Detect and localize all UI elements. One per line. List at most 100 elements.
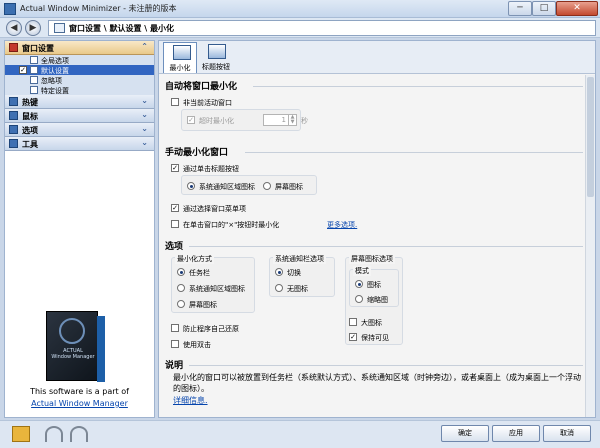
- checkbox-box: ✓: [171, 204, 179, 212]
- forward-button[interactable]: ▶: [25, 20, 41, 36]
- help-icon[interactable]: [12, 426, 30, 442]
- title-buttons-tab-icon: [208, 44, 226, 59]
- minimize-tab-icon: [173, 45, 191, 60]
- description-text: 最小化的窗口可以被放置到任务栏（系统默认方式）、系统通知区域（时钟旁边），或者桌…: [173, 373, 581, 393]
- spinner-value: 1: [281, 116, 286, 124]
- back-button[interactable]: ◀: [6, 20, 22, 36]
- options-section: 选项 最小化方式 任务栏 系统通知区域图标 屏幕图标 系统通知栏选项 切换 无图…: [165, 239, 593, 351]
- radio-dot: [275, 284, 283, 292]
- minimize-button[interactable]: ─: [508, 1, 532, 16]
- divider: [253, 86, 583, 87]
- timeout-unit: 秒: [301, 117, 308, 125]
- breadcrumb-path: 窗口设置 \ 默认设置 \ 最小化: [69, 24, 174, 33]
- default-settings-checkbox[interactable]: ✓: [19, 66, 27, 74]
- product-box-image: ACTUAL Window Manager: [46, 311, 105, 382]
- actual-window-manager-link[interactable]: Actual Window Manager: [5, 399, 154, 408]
- radio-label: 系统通知区域图标: [189, 285, 245, 293]
- min-method-title: 最小化方式: [175, 254, 214, 264]
- footer-bar: 确定 应用 取消: [0, 420, 600, 448]
- sidebar-group-label: 鼠标: [22, 112, 38, 121]
- window-title: Actual Window Minimizer - 未注册的版本: [20, 4, 177, 13]
- radio-label: 任务栏: [189, 269, 210, 277]
- product-box-side: [97, 316, 105, 382]
- divider: [189, 246, 583, 247]
- checkbox-box: ✓: [171, 164, 179, 172]
- sidebar-group-options[interactable]: 选项 ⌄: [5, 123, 154, 137]
- promo-text: This software is a part of: [30, 387, 129, 396]
- sidebar-group-mouse[interactable]: 鼠标 ⌄: [5, 109, 154, 123]
- sidebar-group-window-settings[interactable]: 窗口设置 ⌃: [5, 41, 154, 55]
- window-settings-icon: [54, 23, 65, 33]
- checkbox-box: [171, 220, 179, 228]
- radio-dot: [355, 280, 363, 288]
- redo-icon[interactable]: [70, 426, 88, 442]
- tab-label: 标题按钮: [202, 63, 230, 71]
- chevron-up-icon[interactable]: ⌃: [141, 42, 148, 51]
- tab-strip: 最小化 标题按钮: [159, 41, 595, 74]
- checkbox-label: 通过选择窗口菜单项: [183, 205, 246, 213]
- more-options-link[interactable]: 更多选项.: [327, 220, 357, 230]
- mouse-group-icon: [9, 111, 18, 120]
- cancel-button[interactable]: 取消: [543, 425, 591, 442]
- logo-ring-icon: [59, 318, 85, 344]
- maximize-button[interactable]: □: [532, 1, 556, 16]
- product-box-label: ACTUAL Window Manager: [51, 348, 95, 360]
- title-bar: Actual Window Minimizer - 未注册的版本 ─ □ ✕: [0, 0, 600, 18]
- radio-label: 系统通知区域图标: [199, 183, 255, 191]
- chevron-down-icon[interactable]: ⌄: [141, 124, 148, 133]
- checkbox-label: 大图标: [361, 319, 382, 327]
- sidebar-group-label: 窗口设置: [22, 44, 54, 53]
- sidebar-group-hotkeys[interactable]: 热键 ⌄: [5, 95, 154, 109]
- scrollbar-thumb[interactable]: [587, 77, 594, 197]
- vertical-scrollbar[interactable]: [585, 75, 595, 417]
- checkbox-box: [171, 98, 179, 106]
- radio-dot: [263, 182, 271, 190]
- sidebar-item-global-options[interactable]: 全局选项: [5, 55, 154, 65]
- radio-dot: [355, 295, 363, 303]
- sidebar-item-specific-settings[interactable]: 特定设置: [5, 85, 154, 95]
- radio-label: 屏幕图标: [189, 301, 217, 309]
- breadcrumb[interactable]: 窗口设置 \ 默认设置 \ 最小化: [48, 20, 596, 36]
- mode-title: 模式: [353, 266, 371, 276]
- checkbox-label: 超时最小化: [199, 117, 234, 125]
- navigation-bar: ◀ ▶ 窗口设置 \ 默认设置 \ 最小化: [0, 18, 600, 38]
- radio-label: 无图标: [287, 285, 308, 293]
- more-info-link[interactable]: 详细信息.: [173, 395, 208, 406]
- screen-options-title: 屏幕图标选项: [349, 254, 395, 264]
- chevron-down-icon[interactable]: ⌄: [141, 96, 148, 105]
- tools-group-icon: [9, 139, 18, 148]
- radio-label: 屏幕图标: [275, 183, 303, 191]
- radio-dot: [275, 268, 283, 276]
- tray-options-title: 系统通知栏选项: [273, 254, 326, 264]
- tab-label: 最小化: [169, 64, 191, 72]
- global-options-icon: [30, 56, 38, 64]
- checkbox-box: [171, 324, 179, 332]
- sidebar: 窗口设置 ⌃ 全局选项 ✓ 默认设置 忽略项 特定设置 热键 ⌄ 鼠标 ⌄ 选项…: [4, 40, 155, 418]
- manual-minimize-section: 手动最小化窗口 ✓ 通过单击标题按钮 系统通知区域图标 屏幕图标 ✓ 通过选择窗…: [165, 145, 593, 233]
- checkbox-label: 防止程序自己还原: [183, 325, 239, 333]
- spinner-arrows-icon[interactable]: ▲ ▼: [288, 115, 296, 125]
- exclusions-icon: [30, 76, 38, 84]
- radio-dot: [177, 284, 185, 292]
- timeout-spinner[interactable]: 1 ▲ ▼: [263, 114, 297, 126]
- sidebar-group-tools[interactable]: 工具 ⌄: [5, 137, 154, 151]
- checkbox-box: ✓: [349, 333, 357, 341]
- ok-button[interactable]: 确定: [441, 425, 489, 442]
- tab-minimize[interactable]: 最小化: [163, 42, 197, 73]
- chevron-down-icon[interactable]: ⌄: [141, 138, 148, 147]
- tab-title-buttons[interactable]: 标题按钮: [199, 42, 233, 73]
- specific-settings-icon: [30, 86, 38, 94]
- hotkeys-group-icon: [9, 97, 18, 106]
- default-settings-icon: [30, 66, 38, 74]
- radio-dot: [187, 182, 195, 190]
- checkbox-label: 通过单击标题按钮: [183, 165, 239, 173]
- radio-dot: [177, 300, 185, 308]
- radio-label: 切换: [287, 269, 301, 277]
- close-button[interactable]: ✕: [556, 1, 598, 16]
- sidebar-item-default-settings[interactable]: ✓ 默认设置: [5, 65, 154, 75]
- sidebar-item-exclusions[interactable]: 忽略项: [5, 75, 154, 85]
- checkbox-box: [349, 318, 357, 326]
- undo-icon[interactable]: [45, 426, 63, 442]
- chevron-down-icon[interactable]: ⌄: [141, 110, 148, 119]
- apply-button[interactable]: 应用: [492, 425, 540, 442]
